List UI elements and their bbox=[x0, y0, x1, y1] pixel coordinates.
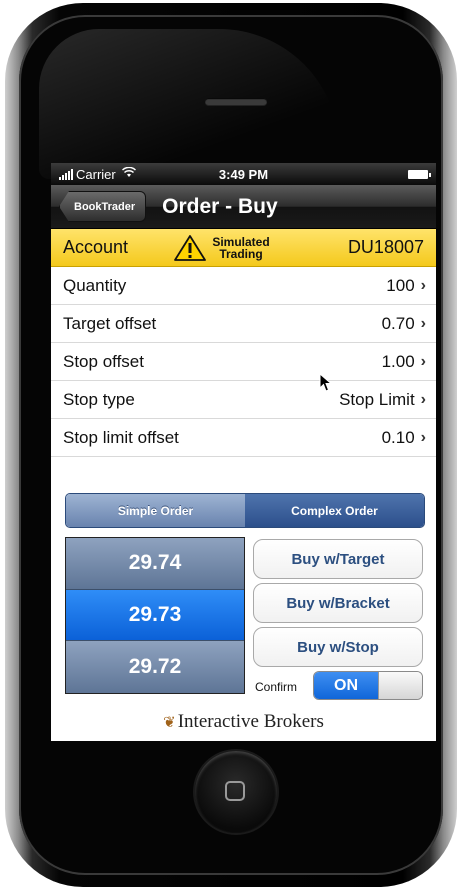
row-label: Target offset bbox=[63, 313, 157, 333]
signal-icon bbox=[59, 168, 73, 180]
chevron-right-icon: › bbox=[420, 428, 426, 446]
carrier-name: Carrier bbox=[76, 166, 116, 182]
price-cell[interactable]: 29.72 bbox=[66, 641, 244, 693]
order-type-segmented-control: Simple Order Complex Order bbox=[65, 493, 425, 528]
earpiece-speaker bbox=[205, 98, 267, 105]
iphone-frame: Carrier 3:49 PM BookTrader Order - Buy A… bbox=[5, 3, 457, 887]
mouse-cursor-icon bbox=[319, 373, 333, 392]
chevron-right-icon: › bbox=[420, 276, 426, 294]
row-value: Stop Limit bbox=[339, 389, 415, 409]
row-target-offset[interactable]: Target offset 0.70 › bbox=[51, 305, 436, 343]
screen: Carrier 3:49 PM BookTrader Order - Buy A… bbox=[51, 163, 436, 741]
row-label: Stop offset bbox=[63, 351, 144, 371]
glass-glare bbox=[39, 29, 339, 179]
row-value: 0.70 bbox=[381, 313, 415, 333]
wifi-icon bbox=[121, 166, 136, 181]
warning-icon bbox=[173, 234, 207, 262]
navigation-bar: BookTrader Order - Buy bbox=[51, 185, 436, 229]
confirm-label: Confirm bbox=[255, 680, 298, 694]
brand-name: Interactive Brokers bbox=[177, 711, 324, 732]
back-button[interactable]: BookTrader bbox=[59, 191, 147, 222]
row-label: Quantity bbox=[63, 275, 127, 295]
battery-icon bbox=[408, 169, 431, 179]
account-id: DU18007 bbox=[347, 237, 424, 257]
row-label: Stop type bbox=[63, 389, 135, 409]
price-cell-selected[interactable]: 29.73 bbox=[66, 589, 244, 642]
chevron-right-icon: › bbox=[420, 314, 426, 332]
row-quantity[interactable]: Quantity 100 › bbox=[51, 267, 436, 305]
chevron-right-icon: › bbox=[420, 352, 426, 370]
segment-simple-order[interactable]: Simple Order bbox=[66, 494, 245, 527]
account-label: Account bbox=[63, 237, 129, 257]
status-bar: Carrier 3:49 PM bbox=[51, 163, 436, 185]
price-cell[interactable]: 29.74 bbox=[66, 538, 244, 590]
toggle-on-state: ON bbox=[314, 672, 378, 699]
buy-with-bracket-button[interactable]: Buy w/Bracket bbox=[253, 583, 423, 623]
segment-complex-order[interactable]: Complex Order bbox=[245, 494, 424, 527]
page-title: Order - Buy bbox=[162, 194, 278, 218]
buy-with-target-button[interactable]: Buy w/Target bbox=[253, 539, 423, 579]
buy-with-stop-button[interactable]: Buy w/Stop bbox=[253, 627, 423, 667]
row-stop-limit-offset[interactable]: Stop limit offset 0.10 › bbox=[51, 419, 436, 457]
row-label: Stop limit offset bbox=[63, 427, 179, 447]
home-square-icon bbox=[225, 781, 245, 801]
flame-logo-icon: ❦ bbox=[163, 715, 176, 731]
home-button[interactable] bbox=[195, 751, 277, 833]
account-bar: Account Simulated Trading DU18007 bbox=[51, 229, 436, 267]
confirm-toggle[interactable]: ON bbox=[313, 671, 423, 700]
row-stop-type[interactable]: Stop type Stop Limit › bbox=[51, 381, 436, 419]
price-ladder: 29.74 29.73 29.72 bbox=[65, 537, 245, 694]
row-value: 0.10 bbox=[381, 427, 415, 447]
badge-line-2: Trading bbox=[219, 246, 263, 261]
toggle-knob bbox=[378, 672, 422, 699]
chevron-right-icon: › bbox=[420, 390, 426, 408]
row-stop-offset[interactable]: Stop offset 1.00 › bbox=[51, 343, 436, 381]
brand-footer: ❦ Interactive Brokers bbox=[51, 711, 436, 733]
row-value: 100 bbox=[386, 275, 415, 295]
simulated-trading-badge: Simulated Trading bbox=[209, 236, 273, 260]
row-value: 1.00 bbox=[381, 351, 415, 371]
